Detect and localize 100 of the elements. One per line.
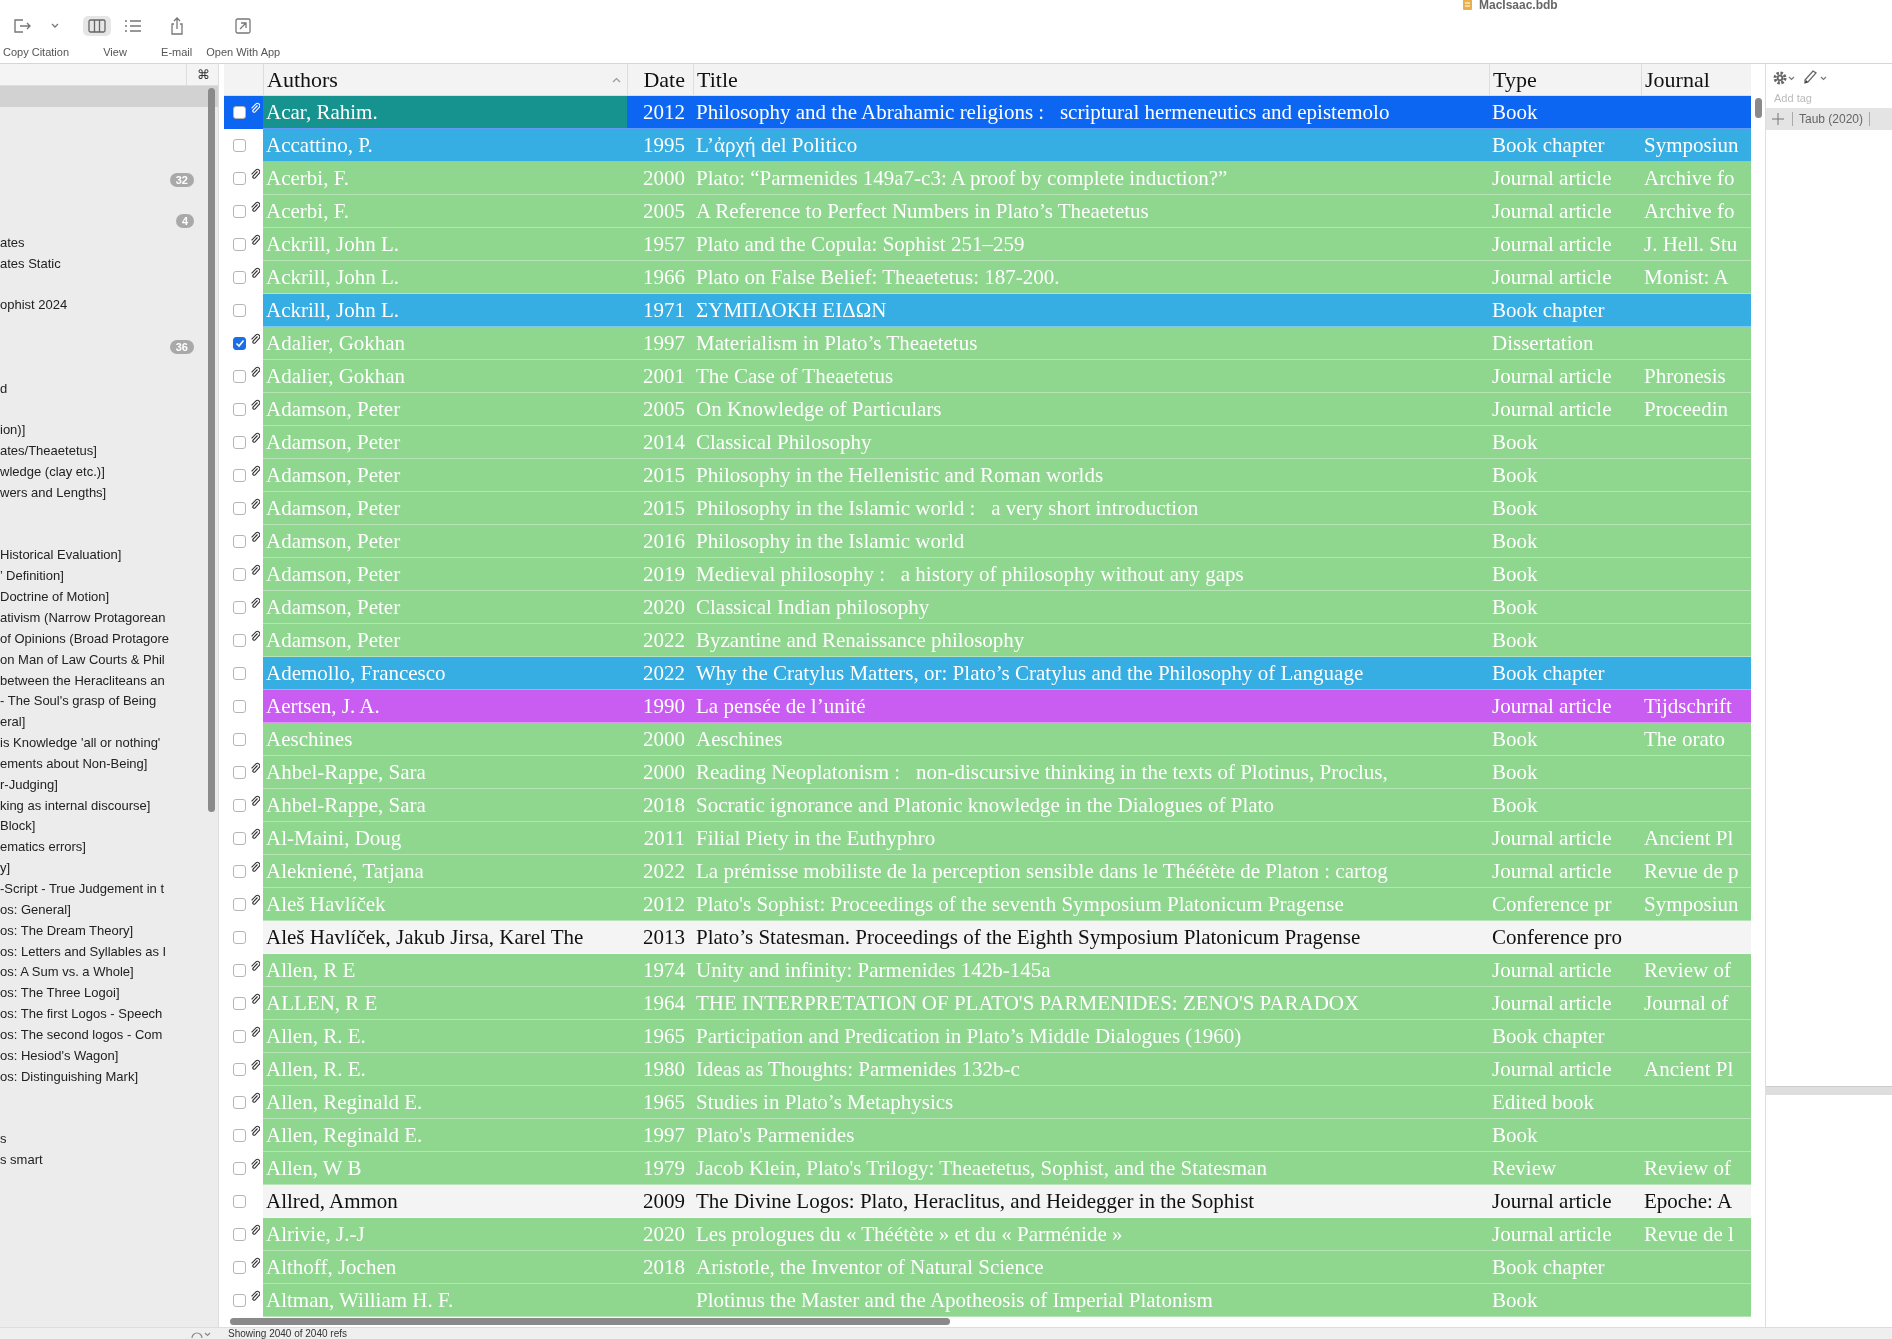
checkbox[interactable] xyxy=(233,1162,246,1175)
sidebar-item[interactable]: ’ Definition] xyxy=(0,565,218,587)
paperclip-icon[interactable] xyxy=(249,960,260,972)
checkbox[interactable] xyxy=(233,304,246,317)
checkbox[interactable] xyxy=(233,997,246,1010)
sidebar-item[interactable]: Historical Evaluation] xyxy=(0,544,218,566)
checkbox[interactable] xyxy=(233,601,246,614)
checkbox[interactable] xyxy=(233,799,246,812)
paperclip-icon[interactable] xyxy=(249,1290,260,1302)
paperclip-icon[interactable] xyxy=(249,828,260,840)
checkbox[interactable] xyxy=(233,337,246,350)
paperclip-icon[interactable] xyxy=(249,630,260,642)
checkbox[interactable] xyxy=(233,238,246,251)
sidebar-item[interactable]: ements about Non-Being] xyxy=(0,753,218,774)
scrollbar-thumb[interactable] xyxy=(1754,98,1762,118)
sidebar-item[interactable]: of Opinions (Broad Protagore xyxy=(0,627,218,649)
checkbox[interactable] xyxy=(233,667,246,680)
checkbox[interactable] xyxy=(233,931,246,944)
sidebar-item[interactable]: s xyxy=(0,1128,218,1150)
checkbox[interactable] xyxy=(233,568,246,581)
sidebar-item[interactable]: -Script - True Judgement in t xyxy=(0,878,218,899)
paperclip-icon[interactable] xyxy=(249,1026,260,1038)
column-header[interactable]: Journal xyxy=(1641,64,1751,95)
checkbox[interactable] xyxy=(233,1228,246,1241)
paperclip-icon[interactable] xyxy=(249,498,260,510)
checkbox[interactable] xyxy=(233,502,246,515)
sidebar-item[interactable]: ates/Theaetetus] xyxy=(0,440,218,462)
checkbox[interactable] xyxy=(233,1030,246,1043)
checkbox[interactable] xyxy=(233,1294,246,1307)
checkbox[interactable] xyxy=(233,733,246,746)
paperclip-icon[interactable] xyxy=(249,597,260,609)
checkbox[interactable] xyxy=(233,1096,246,1109)
checkbox[interactable] xyxy=(233,106,246,119)
checkbox[interactable] xyxy=(233,766,246,779)
scrollbar-thumb[interactable] xyxy=(230,1318,950,1325)
sidebar-item[interactable]: os: The Three Logoi] xyxy=(0,982,218,1004)
paperclip-icon[interactable] xyxy=(249,465,260,477)
paperclip-icon[interactable] xyxy=(249,1224,260,1236)
checkbox[interactable] xyxy=(233,634,246,647)
checkbox[interactable] xyxy=(233,535,246,548)
sidebar-item[interactable]: ematics errors] xyxy=(0,836,218,858)
checkbox[interactable] xyxy=(233,271,246,284)
paperclip-icon[interactable] xyxy=(249,366,260,378)
paperclip-icon[interactable] xyxy=(249,1257,260,1269)
sidebar-item[interactable]: ion)] xyxy=(0,419,218,441)
sidebar-item[interactable]: os: A Sum vs. a Whole] xyxy=(0,961,218,983)
sidebar-item[interactable]: wers and Lengths] xyxy=(0,482,218,503)
paperclip-icon[interactable] xyxy=(249,1158,260,1170)
paperclip-icon[interactable] xyxy=(249,333,260,345)
sidebar-item[interactable]: os: General] xyxy=(0,898,218,920)
add-icon[interactable] xyxy=(1772,113,1784,125)
sidebar-item[interactable]: ates Static xyxy=(0,252,218,274)
column-header[interactable]: Type xyxy=(1489,64,1641,95)
checkbox[interactable] xyxy=(233,832,246,845)
checkbox[interactable] xyxy=(233,436,246,449)
paperclip-icon[interactable] xyxy=(249,564,260,576)
tag[interactable]: Taub (2020) xyxy=(1792,112,1871,126)
sidebar-item[interactable]: - The Soul's grasp of Being xyxy=(0,690,218,712)
paperclip-icon[interactable] xyxy=(249,531,260,543)
paperclip-icon[interactable] xyxy=(249,168,260,180)
checkbox[interactable] xyxy=(233,964,246,977)
sidebar-item[interactable]: is Knowledge 'all or nothing' xyxy=(0,732,218,753)
sidebar-item[interactable]: on Man of Law Courts & Phil xyxy=(0,648,218,670)
column-header[interactable]: Date xyxy=(627,64,693,95)
splitter-handle[interactable] xyxy=(1766,1086,1892,1095)
column-header[interactable]: Authors xyxy=(263,64,627,95)
checkbox[interactable] xyxy=(233,700,246,713)
sidebar-item[interactable] xyxy=(0,86,218,107)
sidebar-item[interactable]: between the Heracliteans an xyxy=(0,669,218,691)
sidebar-item[interactable]: Block] xyxy=(0,815,218,837)
table-row[interactable]: Acar, Rahim. 2012 Philosophy and the Abrahamic religions : scriptural hermeneutics and epistemolo Book xyxy=(224,96,1751,129)
sidebar-item[interactable]: wledge (clay etc.)] xyxy=(0,461,218,483)
paperclip-icon[interactable] xyxy=(249,762,260,774)
paperclip-icon[interactable] xyxy=(249,399,260,411)
sidebar-item[interactable]: os: Letters and Syllables as I xyxy=(0,940,218,962)
sidebar-item[interactable]: ativism (Narrow Protagorean xyxy=(0,607,218,628)
scrollbar-thumb[interactable] xyxy=(208,88,215,812)
checkbox[interactable] xyxy=(233,865,246,878)
checkbox[interactable] xyxy=(233,898,246,911)
sidebar-item[interactable]: s smart xyxy=(0,1149,218,1170)
sidebar-item[interactable]: r-Judging] xyxy=(0,773,218,795)
paperclip-icon[interactable] xyxy=(249,267,260,279)
sidebar-item[interactable]: Doctrine of Motion] xyxy=(0,586,218,608)
checkbox[interactable] xyxy=(233,403,246,416)
sidebar-item[interactable]: y] xyxy=(0,857,218,879)
paperclip-icon[interactable] xyxy=(249,795,260,807)
checkbox[interactable] xyxy=(233,370,246,383)
sidebar-item[interactable]: os: The first Logos - Speech xyxy=(0,1003,218,1024)
checkbox[interactable] xyxy=(233,1129,246,1142)
paperclip-icon[interactable] xyxy=(249,993,260,1005)
sidebar-item[interactable]: os: The second logos - Com xyxy=(0,1023,218,1045)
checkbox[interactable] xyxy=(233,1261,246,1274)
paperclip-icon[interactable] xyxy=(249,1092,260,1104)
paperclip-icon[interactable] xyxy=(249,234,260,246)
sidebar-item[interactable]: ophist 2024 xyxy=(0,294,218,316)
sidebar-item[interactable]: ates xyxy=(0,231,218,253)
sidebar-item[interactable]: os: Hesiod's Wagon] xyxy=(0,1044,218,1066)
checkbox[interactable] xyxy=(233,1063,246,1076)
paperclip-icon[interactable] xyxy=(249,1059,260,1071)
sidebar-item[interactable]: os: Distinguishing Mark] xyxy=(0,1065,218,1087)
